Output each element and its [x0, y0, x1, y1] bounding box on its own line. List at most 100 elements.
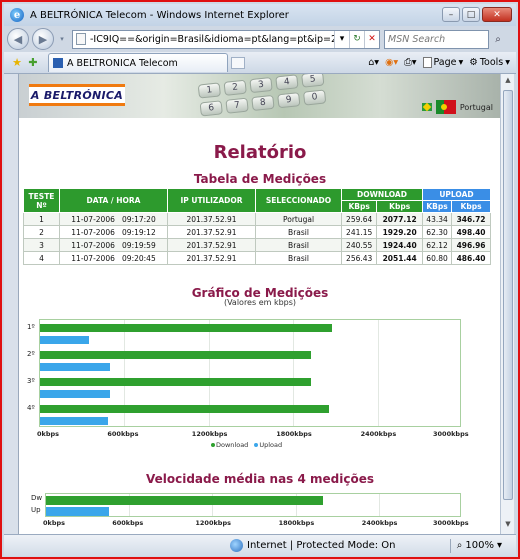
- measurements-table: TESTE Nº DATA / HORA IP UTILIZADOR SELEC…: [23, 188, 492, 265]
- minimize-button[interactable]: –: [442, 7, 460, 22]
- cell-ip: 201.37.52.91: [167, 238, 256, 252]
- vertical-scrollbar[interactable]: ▲ ▼: [500, 74, 514, 534]
- back-button[interactable]: ◀: [7, 28, 29, 50]
- col-data-hora: DATA / HORA: [59, 188, 168, 213]
- page-menu-label: Page: [433, 57, 457, 68]
- keypad-key: 1: [197, 82, 222, 99]
- cell-ul-KB: 43.34: [421, 212, 453, 226]
- cell-ul-kb: 496.96: [451, 238, 491, 252]
- cell-datetime: 11-07-2006 09:19:59: [59, 238, 168, 252]
- zoom-control[interactable]: ⌕ 100% ▾: [457, 540, 502, 551]
- tools-menu[interactable]: ⚙ Tools ▾: [469, 57, 510, 68]
- cell-sel: Brasil: [255, 238, 342, 252]
- internet-zone-icon: [230, 539, 243, 552]
- table-title: Tabela de Medições: [193, 172, 327, 186]
- cell-dl-kb: 1929.20: [376, 225, 423, 239]
- category-label: 3º: [27, 377, 35, 386]
- x-tick-label: 0kbps: [37, 430, 60, 438]
- x-tick-label: 1800kbps: [276, 430, 312, 438]
- table-row: 4 11-07-2006 09:20:45 201.37.52.91 Brasi…: [23, 251, 491, 265]
- cell-sel: Brasil: [255, 251, 342, 265]
- grid-line: [377, 320, 379, 426]
- x-tick-label: 1200kbps: [191, 430, 228, 438]
- download-bar: [40, 324, 333, 332]
- portugal-flag-icon[interactable]: [435, 100, 456, 114]
- address-dropdown-icon[interactable]: ▾: [334, 30, 349, 48]
- status-bar: Internet | Protected Mode: On ⌕ 100% ▾: [4, 534, 516, 556]
- x-tick-label: 1800kbps: [278, 519, 315, 527]
- cell-dl-kb: 1924.40: [376, 238, 423, 252]
- favorites-star-icon[interactable]: ★: [10, 56, 24, 69]
- add-favorite-icon[interactable]: ✚: [26, 56, 40, 69]
- chart1-legend: Download Upload: [211, 441, 282, 449]
- forward-button[interactable]: ▶: [32, 28, 54, 50]
- navigation-bar: ◀ ▶ ▾ -IC9IQ==&origin=Brasil&idioma=pt&l…: [4, 26, 516, 52]
- table-row: 2 11-07-2006 09:19:12 201.37.52.91 Brasi…: [23, 225, 491, 239]
- address-text[interactable]: -IC9IQ==&origin=Brasil&idioma=pt&lang=pt…: [90, 34, 334, 45]
- site-favicon-icon: [53, 58, 63, 68]
- cell-n: 2: [23, 225, 60, 239]
- brazil-flag-icon[interactable]: [421, 103, 432, 111]
- keypad-key: 5: [301, 74, 325, 88]
- recent-pages-icon[interactable]: ▾: [56, 33, 68, 45]
- print-icon[interactable]: ⎙▾: [404, 57, 416, 68]
- cell-date: 11-07-2006: [71, 227, 115, 237]
- close-button[interactable]: ✕: [482, 7, 512, 22]
- page-icon: [76, 33, 86, 45]
- browser-window: e A BELTRÓNICA Telecom - Windows Interne…: [0, 0, 520, 559]
- search-icon[interactable]: ⌕: [490, 30, 506, 49]
- keypad-key: 3: [249, 76, 273, 94]
- cell-dl-KB: 259.64: [340, 212, 378, 226]
- stop-icon[interactable]: ✕: [364, 30, 379, 48]
- x-tick-label: 3000kbps: [433, 430, 469, 438]
- cell-ip: 201.37.52.91: [167, 212, 256, 226]
- scroll-up-icon[interactable]: ▲: [501, 76, 515, 88]
- language-selector[interactable]: Portugal: [421, 100, 493, 114]
- page-menu[interactable]: Page ▾: [422, 57, 463, 68]
- col-ip: IP UTILIZADOR: [167, 188, 256, 213]
- cell-dl-KB: 241.15: [340, 225, 378, 239]
- cell-ul-KB: 62.12: [421, 238, 453, 252]
- home-icon[interactable]: ⌂▾: [368, 57, 379, 68]
- keypad-key: 8: [251, 94, 275, 112]
- category-label: Dw: [31, 494, 43, 502]
- cell-dl-kb: 2077.12: [376, 212, 423, 226]
- chart2-title: Velocidade média nas 4 medições: [145, 472, 375, 486]
- site-banner: A BELTRÓNICA 1 2 3 4 5 6 7 8 9 0 Portuga…: [19, 74, 500, 118]
- search-input[interactable]: MSN Search: [384, 29, 489, 49]
- cell-datetime: 11-07-2006 09:17:20: [59, 212, 168, 226]
- x-tick-label: 0kbps: [43, 519, 66, 527]
- refresh-icon[interactable]: ↻: [349, 30, 364, 48]
- category-label: Up: [31, 506, 41, 514]
- col-teste: TESTE Nº: [23, 188, 60, 213]
- scroll-thumb[interactable]: [503, 90, 513, 500]
- upload-bar: [40, 363, 111, 371]
- cell-ul-KB: 60.80: [421, 251, 453, 265]
- status-separator: [449, 538, 451, 553]
- category-label: 2º: [27, 350, 35, 359]
- upload-bar: [40, 390, 110, 398]
- col-upload: UPLOAD: [421, 188, 492, 201]
- new-tab-button[interactable]: [231, 56, 245, 69]
- cell-dl-kb: 2051.44: [376, 251, 423, 265]
- beltronica-logo[interactable]: A BELTRÓNICA: [29, 84, 125, 106]
- upload-bar: [40, 336, 89, 344]
- cell-time: 09:19:12: [122, 227, 156, 237]
- keypad-key: 6: [199, 100, 223, 117]
- legend-dot-icon: [254, 443, 259, 447]
- cell-dl-KB: 256.43: [340, 251, 378, 265]
- address-bar[interactable]: -IC9IQ==&origin=Brasil&idioma=pt&lang=pt…: [72, 29, 380, 49]
- chart1-subtitle: (Valores em kbps): [223, 298, 297, 307]
- cell-dl-KB: 240.55: [340, 238, 378, 252]
- cell-time: 09:17:20: [122, 214, 156, 224]
- col-seleccionado: SELECCIONADO: [255, 188, 342, 213]
- phone-keypad-image: 1 2 3 4 5 6 7 8 9 0: [197, 74, 327, 117]
- category-label: 1º: [27, 323, 35, 332]
- cell-n: 3: [23, 238, 60, 252]
- scroll-down-icon[interactable]: ▼: [501, 520, 515, 532]
- tab-active[interactable]: A BELTRONICA Telecom: [48, 53, 228, 72]
- col-dl-KBps: KBps: [340, 200, 378, 213]
- page-content: A BELTRÓNICA 1 2 3 4 5 6 7 8 9 0 Portuga…: [18, 74, 500, 534]
- feeds-icon[interactable]: ◉▾: [385, 57, 398, 68]
- maximize-button[interactable]: □: [462, 7, 480, 22]
